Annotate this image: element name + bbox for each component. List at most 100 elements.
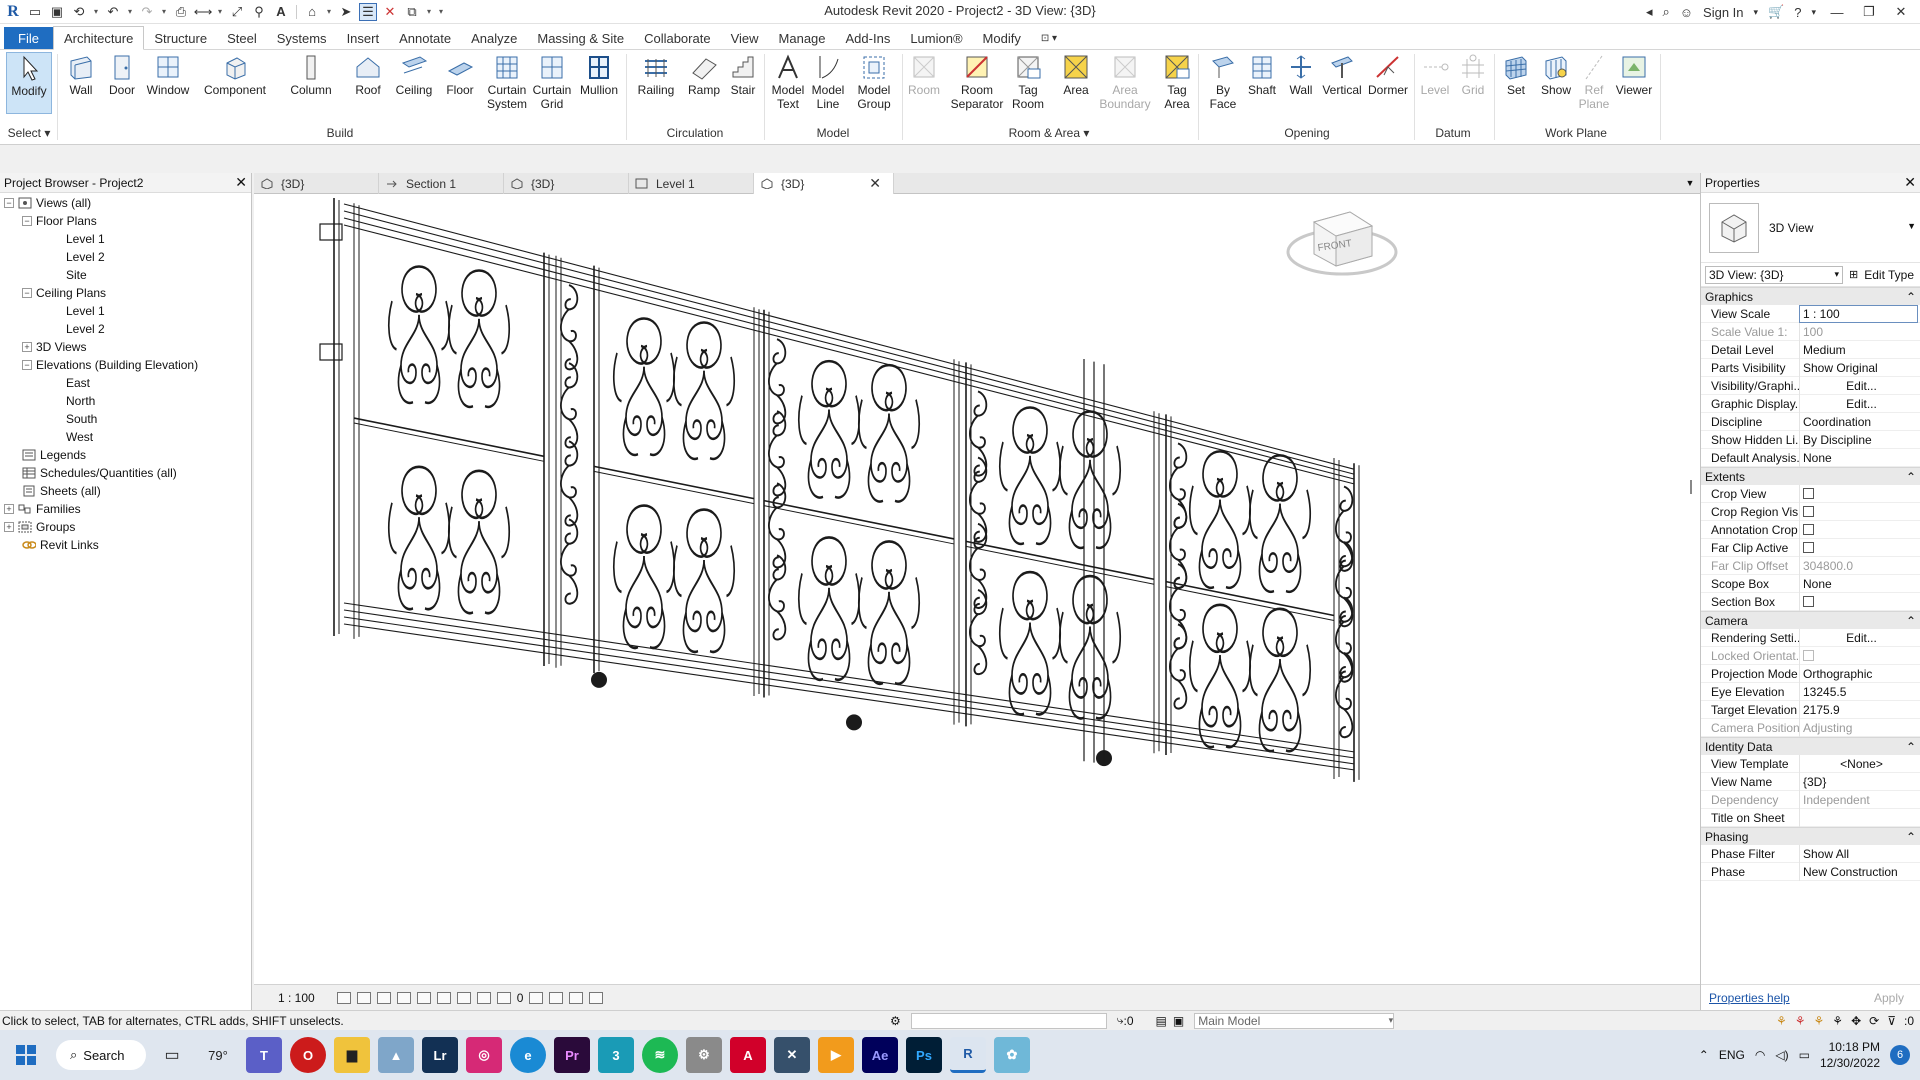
tab-view[interactable]: View: [721, 27, 769, 49]
sun-path-icon[interactable]: [376, 991, 391, 1004]
collapse-group-icon[interactable]: ⌃: [1906, 830, 1916, 844]
print-icon[interactable]: ⎙: [172, 3, 190, 21]
viewer-button[interactable]: Viewer: [1614, 52, 1654, 97]
photos-icon[interactable]: ▲: [378, 1037, 414, 1073]
background-processes-icon[interactable]: ⟳: [1869, 1014, 1879, 1028]
grid-button[interactable]: Grid: [1458, 52, 1488, 97]
ceiling-button[interactable]: Ceiling: [392, 52, 436, 97]
model-text-button[interactable]: Model Text: [768, 52, 808, 111]
file-explorer-icon[interactable]: ▆: [334, 1037, 370, 1073]
revit-taskbar-icon[interactable]: R: [950, 1037, 986, 1073]
prop-value-title-on-sheet[interactable]: [1799, 808, 1920, 827]
taskbar-search[interactable]: ⌕ Search: [56, 1040, 146, 1070]
tree-item-elevation-west[interactable]: West: [0, 428, 251, 446]
after-effects-icon[interactable]: Ae: [862, 1037, 898, 1073]
tab-list-dropdown-icon[interactable]: ▼: [1680, 173, 1700, 193]
splitter-handle[interactable]: [1690, 480, 1692, 494]
model-group-button[interactable]: Model Group: [852, 52, 896, 111]
tab-file[interactable]: File: [4, 27, 53, 49]
tree-item-ceiling-plan-level-1[interactable]: Level 1: [0, 302, 251, 320]
instance-selector[interactable]: 3D View: {3D} ▾: [1705, 265, 1843, 284]
detail-level-icon[interactable]: [336, 991, 351, 1004]
group-graphics[interactable]: Graphics ⌃: [1701, 287, 1920, 305]
by-face-button[interactable]: By Face: [1206, 52, 1240, 111]
close-icon[interactable]: ✕: [1904, 174, 1916, 191]
redo-dropdown-icon[interactable]: ▾: [160, 3, 168, 21]
set-button[interactable]: Set: [1500, 52, 1532, 97]
minimize-icon[interactable]: —: [1826, 5, 1848, 20]
rendering-settings-edit-button[interactable]: Edit...: [1799, 628, 1920, 647]
sync-dropdown-icon[interactable]: ▾: [92, 3, 100, 21]
far-clip-active-checkbox[interactable]: [1803, 542, 1814, 553]
tab-collaborate[interactable]: Collaborate: [634, 27, 721, 49]
wifi-icon[interactable]: ◠: [1755, 1048, 1765, 1062]
group-camera[interactable]: Camera ⌃: [1701, 611, 1920, 629]
tree-item-elevation-east[interactable]: East: [0, 374, 251, 392]
tab-add-ins[interactable]: Add-Ins: [836, 27, 901, 49]
crop-region-visible-checkbox[interactable]: [1803, 506, 1814, 517]
expand-icon[interactable]: +: [4, 522, 14, 532]
apply-button[interactable]: Apply: [1874, 991, 1912, 1005]
lumion-icon[interactable]: ✿: [994, 1037, 1030, 1073]
view-tab-3d-2[interactable]: {3D}: [504, 173, 629, 194]
prop-value-phase-filter[interactable]: Show All: [1799, 844, 1920, 863]
autocad-icon[interactable]: A: [730, 1037, 766, 1073]
tree-item-floor-plan-level-1[interactable]: Level 1: [0, 230, 251, 248]
select-panel-dropdown[interactable]: Select ▾: [4, 126, 54, 140]
dormer-button[interactable]: Dormer: [1366, 52, 1410, 97]
media-player-icon[interactable]: ▶: [818, 1037, 854, 1073]
prop-value-default-analysis[interactable]: None: [1799, 448, 1920, 467]
tree-item-ceiling-plans[interactable]: − Ceiling Plans: [0, 284, 251, 302]
shadows-icon[interactable]: [396, 991, 411, 1004]
tab-modify[interactable]: Modify: [973, 27, 1031, 49]
close-tab-icon[interactable]: ✕: [849, 175, 881, 192]
floor-button[interactable]: Floor: [442, 52, 478, 97]
edge-icon[interactable]: e: [510, 1037, 546, 1073]
measure-icon[interactable]: ⟷: [194, 3, 213, 21]
shaft-button[interactable]: Shaft: [1244, 52, 1280, 97]
teams-icon[interactable]: T: [246, 1037, 282, 1073]
prop-value-eye-elevation[interactable]: 13245.5: [1799, 682, 1920, 701]
curtain-system-button[interactable]: Curtain System: [484, 52, 530, 111]
app-3-icon[interactable]: 3: [598, 1037, 634, 1073]
vertical-button[interactable]: Vertical: [1320, 52, 1364, 97]
tab-lumion[interactable]: Lumion®: [900, 27, 972, 49]
visibility-graphics-edit-button[interactable]: Edit...: [1799, 376, 1920, 395]
reveal-hidden-icon[interactable]: [529, 991, 544, 1004]
restore-icon[interactable]: ❐: [1858, 4, 1880, 20]
aligned-dimension-icon[interactable]: ⤢: [228, 3, 246, 21]
close-hidden-windows-icon[interactable]: ✕: [381, 3, 399, 21]
prop-value-show-hidden-lines[interactable]: By Discipline: [1799, 430, 1920, 449]
collapse-group-icon[interactable]: ⌃: [1906, 290, 1916, 304]
prop-value-projection-mode[interactable]: Orthographic: [1799, 664, 1920, 683]
view-scale-button[interactable]: 1 : 100: [278, 991, 315, 1005]
railing-button[interactable]: Railing: [634, 52, 678, 97]
ribbon-display-toggle[interactable]: ⊡ ▾: [1031, 27, 1067, 49]
photoshop-icon[interactable]: Ps: [906, 1037, 942, 1073]
tree-item-families[interactable]: + Families: [0, 500, 251, 518]
tree-item-floor-plan-site[interactable]: Site: [0, 266, 251, 284]
close-icon[interactable]: ✕: [1890, 4, 1912, 20]
premiere-icon[interactable]: Pr: [554, 1037, 590, 1073]
sign-in-dropdown-icon[interactable]: ▾: [1754, 7, 1759, 18]
wall-opening-button[interactable]: Wall: [1284, 52, 1318, 97]
visual-style-icon[interactable]: [356, 991, 371, 1004]
area-button[interactable]: Area: [1060, 52, 1092, 97]
collapse-group-icon[interactable]: ⌃: [1906, 470, 1916, 484]
tab-insert[interactable]: Insert: [337, 27, 390, 49]
language-indicator[interactable]: ENG: [1719, 1048, 1745, 1062]
select-by-face-icon[interactable]: ⚘: [1832, 1014, 1843, 1028]
window-button[interactable]: Window: [144, 52, 192, 97]
app-x-icon[interactable]: ✕: [774, 1037, 810, 1073]
prop-value-view-name[interactable]: {3D}: [1799, 772, 1920, 791]
tree-item-views-all[interactable]: − Views (all): [0, 194, 251, 212]
editable-only-icon[interactable]: ▣: [1173, 1014, 1184, 1028]
customize-qat-icon[interactable]: ▾: [437, 3, 445, 21]
section-icon[interactable]: ➤: [337, 3, 355, 21]
prop-value-detail-level[interactable]: Medium: [1799, 340, 1920, 359]
prop-value-target-elevation[interactable]: 2175.9: [1799, 700, 1920, 719]
collapse-icon[interactable]: −: [4, 198, 14, 208]
type-dropdown-icon[interactable]: ▼: [1907, 221, 1916, 231]
default-3d-view-icon[interactable]: ⌂: [303, 3, 321, 21]
temporary-properties-count[interactable]: 0: [517, 991, 524, 1005]
